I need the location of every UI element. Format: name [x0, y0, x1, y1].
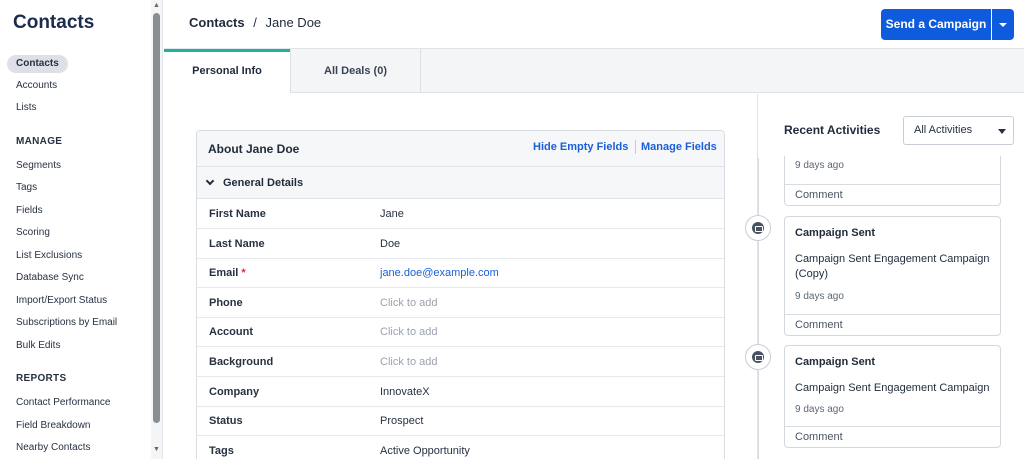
sidebar-title: Contacts: [13, 12, 95, 33]
general-details-title: General Details: [223, 177, 304, 189]
activity-body: Campaign Sent Engagement Campaign: [795, 382, 990, 394]
sidebar-item-contact-performance[interactable]: Contact Performance: [16, 396, 111, 410]
sidebar-section-manage: MANAGE: [16, 136, 63, 147]
about-card-title: About Jane Doe: [208, 142, 300, 156]
sidebar-item-accounts[interactable]: Accounts: [16, 79, 57, 93]
field-value-first-name[interactable]: Jane: [380, 208, 404, 220]
sidebar-item-field-breakdown[interactable]: Field Breakdown: [16, 419, 90, 433]
tab-all-deals[interactable]: All Deals (0): [290, 49, 421, 93]
send-campaign-dropdown-caret-icon[interactable]: [992, 9, 1014, 40]
activity-card: Campaign Sent Campaign Sent Engagement C…: [784, 216, 1001, 336]
campaign-sent-icon: [745, 215, 771, 241]
sidebar-item-contacts[interactable]: Contacts: [7, 55, 68, 73]
field-label: Background: [209, 356, 274, 368]
field-label-text: Email: [209, 267, 239, 279]
field-label: Account: [209, 326, 253, 338]
activity-title: Campaign Sent: [795, 227, 876, 239]
field-label: Email *: [209, 267, 246, 279]
field-label: Tags: [209, 445, 234, 457]
comment-button[interactable]: Comment: [785, 184, 1000, 205]
tab-personal-info[interactable]: Personal Info: [164, 49, 290, 94]
field-value-status[interactable]: Prospect: [380, 415, 423, 427]
sidebar-item-subscriptions-by-email[interactable]: Subscriptions by Email: [16, 316, 117, 330]
page-header: Contacts / Jane Doe Send a Campaign: [164, 0, 1024, 49]
field-row-background: Background Click to add: [197, 347, 724, 377]
send-campaign-button[interactable]: Send a Campaign: [881, 9, 991, 40]
field-value-email[interactable]: jane.doe@example.com: [380, 267, 499, 279]
activity-title: Campaign Sent: [795, 356, 876, 368]
field-value-tags[interactable]: Active Opportunity: [380, 445, 470, 457]
activity-card: Campaign Sent Campaign Sent Engagement C…: [784, 345, 1001, 448]
required-marker: *: [241, 267, 246, 279]
sidebar-item-lists[interactable]: Lists: [16, 101, 37, 115]
breadcrumb-current: Jane Doe: [265, 15, 322, 30]
envelope-icon: [752, 351, 764, 363]
field-label: Phone: [209, 297, 243, 309]
sidebar-item-import-export-status[interactable]: Import/Export Status: [16, 294, 107, 308]
timeline-line: [758, 158, 759, 459]
sidebar-item-list-exclusions[interactable]: List Exclusions: [16, 249, 82, 263]
scroll-down-icon[interactable]: ▼: [152, 446, 161, 453]
activity-filter-select[interactable]: All Activities: [903, 116, 1014, 145]
field-row-last-name: Last Name Doe: [197, 229, 724, 259]
chevron-down-icon: [205, 176, 215, 186]
sidebar-item-fields[interactable]: Fields: [16, 204, 43, 218]
sidebar: Contacts Contacts Accounts Lists MANAGE …: [0, 0, 163, 459]
breadcrumb: Contacts / Jane Doe: [189, 15, 321, 30]
general-details-toggle[interactable]: General Details: [197, 167, 724, 199]
field-label: First Name: [209, 208, 266, 220]
recent-activities-panel: Recent Activities All Activities 9 days …: [745, 94, 1024, 459]
activity-time: 9 days ago: [795, 291, 844, 302]
personal-info-panel: About Jane Doe Hide Empty Fields Manage …: [164, 94, 757, 459]
activity-time: 9 days ago: [795, 404, 844, 415]
sidebar-item-bulk-edits[interactable]: Bulk Edits: [16, 339, 60, 353]
field-value-account[interactable]: Click to add: [380, 326, 437, 338]
field-value-phone[interactable]: Click to add: [380, 297, 437, 309]
field-value-background[interactable]: Click to add: [380, 356, 437, 368]
field-row-account: Account Click to add: [197, 317, 724, 347]
sidebar-item-scoring[interactable]: Scoring: [16, 226, 50, 240]
breadcrumb-separator: /: [253, 15, 257, 30]
field-row-tags: Tags Active Opportunity: [197, 436, 724, 459]
field-value-company[interactable]: InnovateX: [380, 386, 430, 398]
field-label: Last Name: [209, 238, 265, 250]
scroll-up-icon[interactable]: ▲: [152, 2, 161, 9]
field-row-phone: Phone Click to add: [197, 288, 724, 318]
field-row-company: Company InnovateX: [197, 377, 724, 407]
sidebar-item-segments[interactable]: Segments: [16, 159, 61, 173]
recent-activities-title: Recent Activities: [784, 123, 881, 137]
field-value-last-name[interactable]: Doe: [380, 238, 400, 250]
comment-button[interactable]: Comment: [785, 314, 1000, 335]
field-label: Status: [209, 415, 243, 427]
link-divider: [635, 140, 636, 154]
activity-time: 9 days ago: [795, 160, 844, 171]
field-row-email: Email * jane.doe@example.com: [197, 258, 724, 288]
manage-fields-link[interactable]: Manage Fields: [641, 141, 717, 153]
sidebar-section-reports: REPORTS: [16, 373, 67, 384]
about-card: About Jane Doe Hide Empty Fields Manage …: [196, 130, 725, 459]
comment-button[interactable]: Comment: [785, 426, 1000, 447]
field-row-first-name: First Name Jane: [197, 199, 724, 229]
tab-bar: Personal Info All Deals (0): [164, 49, 1024, 94]
activity-body: Campaign Sent Engagement Campaign (Copy): [795, 253, 990, 280]
sidebar-item-database-sync[interactable]: Database Sync: [16, 271, 84, 285]
campaign-sent-icon: [745, 344, 771, 370]
envelope-icon: [752, 222, 764, 234]
breadcrumb-root[interactable]: Contacts: [189, 15, 245, 30]
about-card-header: About Jane Doe Hide Empty Fields Manage …: [197, 131, 724, 167]
field-row-status: Status Prospect: [197, 406, 724, 436]
sidebar-item-tags[interactable]: Tags: [16, 181, 37, 195]
sidebar-scrollbar-thumb[interactable]: [153, 13, 160, 423]
hide-empty-fields-link[interactable]: Hide Empty Fields: [533, 141, 628, 153]
field-label: Company: [209, 386, 260, 398]
activity-card: 9 days ago Comment: [784, 156, 1001, 206]
sidebar-item-nearby-contacts[interactable]: Nearby Contacts: [16, 441, 90, 455]
